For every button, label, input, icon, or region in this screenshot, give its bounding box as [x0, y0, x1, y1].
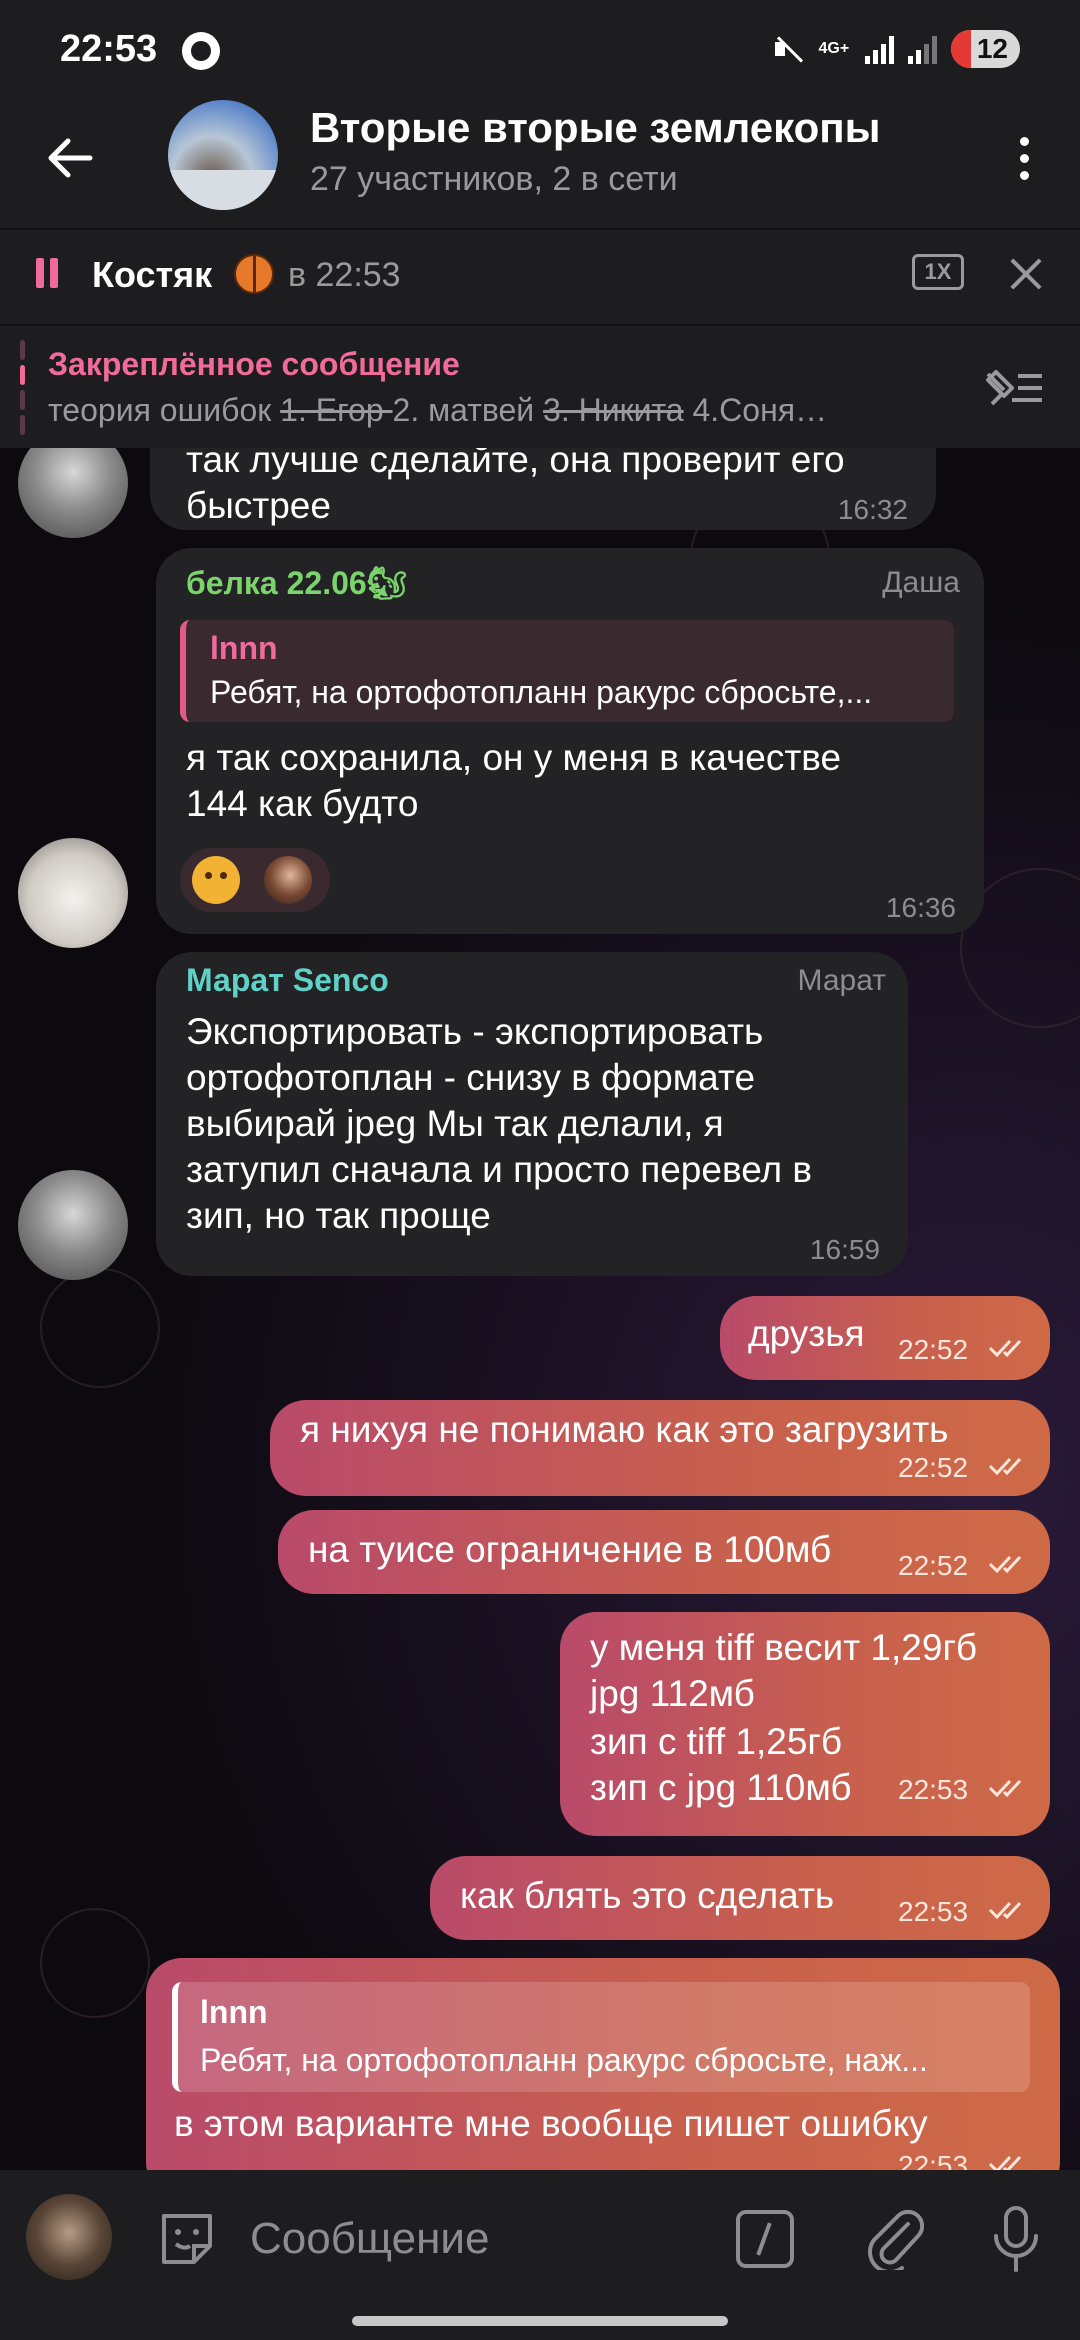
message-time: 16:32: [837, 494, 908, 525]
reply-quote[interactable]: lnnn Ребят, на ортофотопланн ракурс сбро…: [180, 620, 954, 722]
double-check-icon: [988, 1555, 1022, 1574]
message-text: зип с tiff 1,25гб: [590, 1721, 843, 1762]
message-text: у меня tiff весит 1,29гб: [590, 1627, 978, 1668]
microphone-icon[interactable]: [988, 2204, 1044, 2274]
bot-commands-button[interactable]: [736, 2210, 794, 2268]
chat-title[interactable]: Вторые вторые землекопы: [310, 104, 881, 152]
double-check-icon: [988, 1457, 1022, 1476]
message-list[interactable]: так лучше сделайте, она проверит его быс…: [0, 448, 1080, 2170]
pinned-indicator: [20, 340, 25, 436]
message-time: 22:52: [898, 1452, 969, 1483]
sender-name[interactable]: Марат Senco: [186, 962, 389, 999]
sync-icon: [182, 32, 220, 70]
wallpaper-doodle: [40, 1908, 150, 2018]
status-time: 22:53: [60, 28, 158, 70]
message-time: 22:53: [898, 2150, 969, 2170]
home-indicator[interactable]: [352, 2316, 728, 2326]
pinned-list-icon[interactable]: [982, 366, 1046, 410]
message-text: Экспортировать - экспортировать: [186, 1011, 764, 1052]
message-bubble[interactable]: Марат Senco Марат Экспортировать - экспо…: [156, 952, 908, 1276]
outgoing-message[interactable]: у меня tiff весит 1,29гб jpg 112мб зип с…: [560, 1612, 1050, 1836]
back-button[interactable]: [40, 128, 100, 188]
quote-text: Ребят, на ортофотопланн ракурс сбросьте,…: [200, 2042, 928, 2078]
thinking-face-icon: [192, 856, 240, 904]
chat-subtitle: 27 участников, 2 в сети: [310, 160, 678, 198]
double-check-icon: [988, 2155, 1022, 2170]
pinned-text: теория ошибок 1. Егор 2. матвей 3. Никит…: [48, 392, 828, 428]
avatar[interactable]: [18, 838, 128, 948]
message-text: выбирай jpeg Мы так делали, я: [186, 1103, 724, 1144]
message-text: друзья: [748, 1313, 865, 1354]
avatar[interactable]: [18, 448, 128, 538]
status-bar: 22:53 4G+ 12: [0, 0, 1080, 100]
pinned-message-bar[interactable]: Закреплённое сообщение теория ошибок 1. …: [0, 324, 1080, 448]
sticker-emoji-button[interactable]: [156, 2208, 218, 2270]
pause-icon[interactable]: [34, 258, 60, 288]
reactor-avatar: [264, 856, 312, 904]
avatar[interactable]: [18, 1170, 128, 1280]
group-avatar[interactable]: [168, 100, 278, 210]
outgoing-message[interactable]: как блять это сделать 22:53: [430, 1856, 1050, 1940]
message-bubble[interactable]: так лучше сделайте, она проверит его быс…: [150, 448, 936, 530]
more-menu-button[interactable]: [1004, 128, 1044, 188]
message-text: затупил сначала и просто перевел в: [186, 1149, 813, 1190]
quote-author: lnnn: [210, 630, 278, 666]
message-input[interactable]: Сообщение: [250, 2214, 489, 2264]
mute-icon: [773, 34, 803, 64]
reactions[interactable]: [180, 848, 330, 912]
message-text: как блять это сделать: [460, 1875, 835, 1916]
message-time: 16:59: [809, 1234, 880, 1265]
outgoing-message[interactable]: lnnn Ребят, на ортофотопланн ракурс сбро…: [146, 1958, 1060, 2170]
message-time: 22:52: [898, 1550, 969, 1581]
message-bubble[interactable]: белка 22.06🐿 Даша lnnn Ребят, на ортофот…: [156, 548, 984, 934]
status-icons: 4G+ 12: [773, 30, 1020, 68]
sender-role: Марат: [797, 964, 886, 997]
wallpaper-doodle: [40, 1268, 160, 1388]
double-check-icon: [988, 1901, 1022, 1920]
message-time: 22:53: [898, 1774, 969, 1805]
audio-player-bar[interactable]: Костяк в 22:53 1X: [0, 228, 1080, 324]
message-text: я так сохранила, он у меня в качестве: [186, 737, 842, 778]
message-text: jpg 112мб: [590, 1673, 755, 1714]
message-text: быстрее: [186, 485, 331, 526]
playback-speed-button[interactable]: 1X: [912, 254, 964, 290]
message-time: 16:36: [885, 892, 956, 923]
chat-header: Вторые вторые землекопы 27 участников, 2…: [0, 100, 1080, 228]
send-as-avatar[interactable]: [26, 2194, 112, 2280]
reply-quote[interactable]: lnnn Ребят, на ортофотопланн ракурс сбро…: [172, 1982, 1030, 2092]
outgoing-message[interactable]: на туисе ограничение в 100мб 22:52: [278, 1510, 1050, 1594]
network-type: 4G+: [818, 40, 850, 57]
quote-text: Ребят, на ортофотопланн ракурс сбросьте,…: [210, 674, 873, 710]
outgoing-message[interactable]: я нихуя не понимаю как это загрузить 22:…: [270, 1400, 1050, 1496]
arrow-left-icon: [48, 138, 93, 178]
pinned-title: Закреплённое сообщение: [48, 346, 460, 382]
message-input-bar: Сообщение: [0, 2170, 1080, 2340]
message-text: в этом варианте мне вообще пишет ошибку: [174, 2103, 928, 2144]
outgoing-message[interactable]: друзья 22:52: [720, 1296, 1050, 1380]
battery-indicator: 12: [950, 30, 1020, 68]
message-text: я нихуя не понимаю как это загрузить: [300, 1409, 949, 1450]
paperclip-icon[interactable]: [864, 2206, 924, 2270]
message-time: 22:52: [898, 1334, 969, 1365]
message-text: 144 как будто: [186, 783, 419, 824]
sender-role: Даша: [882, 566, 960, 599]
message-text: зип с jpg 110мб: [590, 1767, 852, 1808]
sender-name[interactable]: белка 22.06🐿: [186, 564, 407, 602]
basketball-emoji-icon: [234, 254, 274, 294]
close-player-button[interactable]: [1006, 254, 1046, 294]
message-text: на туисе ограничение в 100мб: [308, 1529, 832, 1570]
message-text: так лучше сделайте, она проверит его: [186, 448, 845, 480]
message-time: 22:53: [898, 1896, 969, 1927]
double-check-icon: [988, 1339, 1022, 1358]
signal-icon-2: [907, 34, 937, 64]
double-check-icon: [988, 1779, 1022, 1798]
quote-author: lnnn: [200, 1994, 268, 2030]
message-text: ортофотоплан - снизу в формате: [186, 1057, 756, 1098]
signal-icon: [864, 34, 894, 64]
player-time: в 22:53: [288, 256, 401, 294]
message-text: зип, но так проще: [186, 1195, 491, 1236]
player-track-name: Костяк: [92, 254, 213, 295]
